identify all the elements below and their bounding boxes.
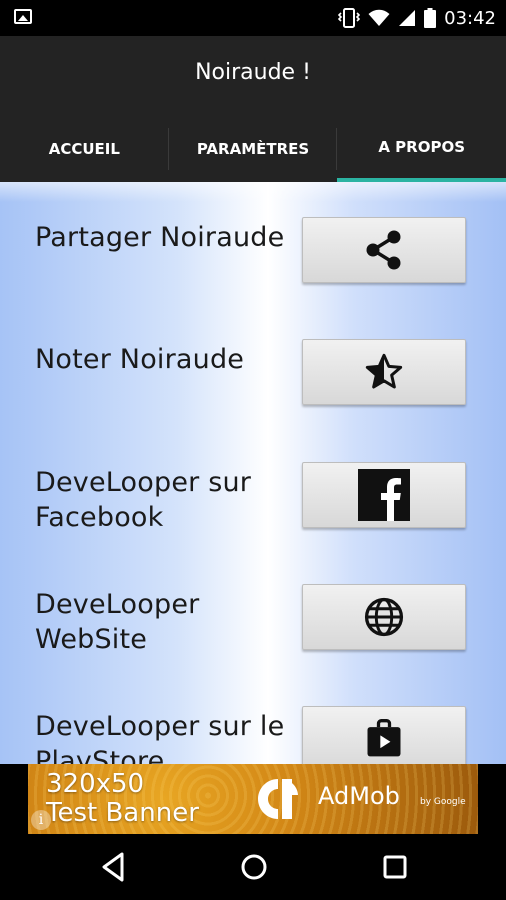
share-button[interactable]: [302, 217, 466, 283]
website-label: DeveLooper WebSite: [35, 589, 200, 655]
tab-a-propos[interactable]: A PROPOS: [337, 116, 506, 182]
home-icon[interactable]: [238, 850, 270, 884]
navigation-bar: [0, 834, 506, 900]
ad-area: 320x50 Test Banner i AdMob by Google: [0, 764, 506, 834]
app-title: Noiraude !: [195, 60, 311, 85]
ad-size-text: 320x50: [46, 769, 145, 799]
share-label: Partager Noiraude: [35, 222, 285, 253]
facebook-icon: [358, 469, 410, 521]
admob-brand: AdMob: [318, 782, 400, 810]
tab-accueil[interactable]: ACCUEIL: [0, 116, 169, 182]
status-bar: 03:42: [0, 0, 506, 36]
ad-text: 320x50 Test Banner: [46, 770, 199, 828]
vibrate-icon: [338, 8, 361, 28]
status-time: 03:42: [444, 7, 496, 29]
playstore-label: DeveLooper sur le PlayStore: [35, 711, 285, 764]
website-button[interactable]: [302, 584, 466, 650]
ad-banner[interactable]: 320x50 Test Banner i AdMob by Google: [28, 764, 478, 834]
facebook-button[interactable]: [302, 462, 466, 528]
wifi-icon: [368, 9, 390, 26]
share-icon: [366, 230, 401, 270]
rate-button[interactable]: [302, 339, 466, 405]
admob-by-google: by Google: [420, 797, 466, 807]
shop-icon: [367, 719, 401, 757]
signal-icon: [399, 10, 416, 26]
tab-bar: ACCUEIL PARAMÈTRES A PROPOS: [0, 116, 506, 182]
recents-icon[interactable]: [380, 850, 410, 884]
rate-label: Noter Noiraude: [35, 344, 245, 375]
admob-logo-icon: [258, 779, 298, 819]
facebook-label: DeveLooper sur Facebook: [35, 467, 252, 533]
playstore-button[interactable]: [302, 706, 466, 764]
ad-test-text: Test Banner: [46, 798, 199, 828]
picture-icon: [14, 9, 32, 24]
star-half-icon: [365, 353, 403, 389]
tab-parametres[interactable]: PARAMÈTRES: [169, 116, 338, 182]
back-icon[interactable]: [98, 850, 128, 884]
battery-icon: [424, 8, 437, 28]
about-content[interactable]: Partager Noiraude Noter Noiraude DeveLoo…: [0, 182, 506, 764]
ad-info-icon[interactable]: i: [31, 810, 51, 830]
globe-icon: [364, 597, 404, 637]
app-bar: Noiraude !: [0, 36, 506, 116]
